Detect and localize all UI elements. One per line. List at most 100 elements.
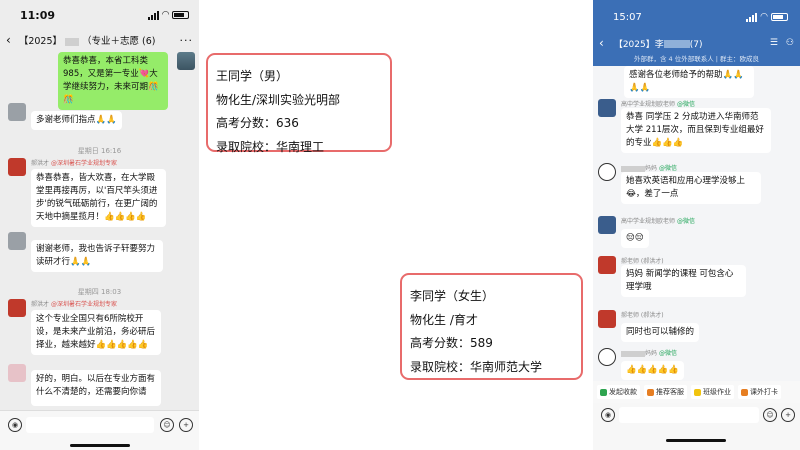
timestamp: 星期四 18:03: [77, 288, 122, 296]
message-row: 郝老师 (郝洪才) 同时也可以辅修的: [598, 310, 700, 342]
quick-action-homework[interactable]: 班级作业: [691, 385, 734, 399]
home-indicator: [70, 444, 130, 447]
sender-name: 郝老师 (郝洪才): [621, 312, 664, 319]
avatar: [8, 103, 26, 121]
battery-icon: [172, 11, 189, 19]
message-bubble: 恭喜恭喜，本省工科类985，又是第一专业💘大学继续努力，未来可期🎊🎊: [58, 52, 168, 110]
input-bar: ◉ ☺ +: [593, 403, 800, 450]
sender-name: 高中学业规划欧老师 @微信: [621, 218, 695, 225]
message-row: 妈妈 @微信 👍👍👍👍👍: [598, 348, 684, 380]
add-icon[interactable]: +: [781, 408, 795, 422]
student-info-card-1: 王同学（男） 物化生/深圳实验光明部 高考分数：636 录取院校：华南理工: [206, 53, 392, 154]
wifi-icon: ◠: [162, 10, 169, 20]
status-bar: 15:07 ◠: [593, 0, 800, 34]
recommend-icon: [647, 388, 654, 396]
message-bubble: 她喜欢英语和应用心理学没够上😂，差了一点: [621, 172, 761, 204]
input-bar: ◉ ☺ +: [0, 410, 199, 450]
message-input[interactable]: [619, 407, 759, 423]
avatar: [8, 158, 26, 176]
page: 11:09 ◠ ‹ 【2025】 （专业＋志愿 (6) ··· 恭喜恭喜，本省工科…: [0, 0, 800, 450]
quick-action-bar: 发起收款 推荐客服 班级作业 课外打卡: [593, 381, 800, 403]
emoji-icon[interactable]: ☺: [160, 418, 174, 432]
student-admission: 录取院校：华南理工: [216, 139, 325, 154]
message-bubble: 恭喜恭喜，皆大欢喜，在大学殿堂里再接再厉，以'百尺竿头须进步'的锐气砥砺前行，在…: [31, 169, 166, 227]
signal-icon: [746, 12, 758, 22]
chat-title-bar: ‹ 【2025】李 (7) ☰ ⚇: [593, 34, 800, 52]
avatar: [598, 348, 616, 366]
message-input[interactable]: [26, 417, 154, 433]
more-icon[interactable]: ···: [180, 34, 194, 47]
chat-title-bar: ‹ 【2025】 （专业＋志愿 (6) ···: [0, 30, 199, 50]
avatar: [177, 52, 195, 70]
signal-icon: [148, 10, 160, 20]
voice-icon[interactable]: ◉: [601, 408, 615, 422]
avatar: [598, 163, 616, 181]
members-icon[interactable]: ⚇: [786, 38, 794, 48]
status-bar: 11:09 ◠: [0, 0, 199, 30]
emoji-icon[interactable]: ☺: [763, 408, 777, 422]
checkin-icon: [741, 388, 748, 396]
collect-icon: [600, 388, 607, 396]
student-info-card-2: 李同学（女生） 物化生 /育才 高考分数：589 录取院校：华南师范大学: [400, 273, 583, 380]
wifi-icon: ◠: [760, 12, 768, 22]
message-row: 感谢各位老师给予的帮助🙏🙏🙏🙏: [601, 66, 754, 98]
quick-action-collect[interactable]: 发起收款: [597, 385, 640, 399]
timestamp: 星期日 16:16: [77, 147, 122, 155]
avatar: [598, 256, 616, 274]
add-icon[interactable]: +: [179, 418, 193, 432]
message-bubble: 同时也可以辅修的: [621, 323, 700, 342]
status-time: 15:07: [613, 11, 642, 23]
student-school: 物化生 /育才: [410, 312, 478, 327]
message-bubble: 好的，明白。以后在专业方面有什么不清楚的，还需要向你请: [31, 370, 161, 406]
sender-name: 妈妈 @微信: [621, 163, 761, 172]
avatar: [598, 216, 616, 234]
message-row: 郝老师 (郝洪才) 妈妈 新闻学的课程 可包含心理学哦: [598, 256, 746, 297]
quick-action-checkin[interactable]: 课外打卡: [738, 385, 781, 399]
home-indicator: [666, 439, 726, 442]
message-row: 高中学业规划欧老师 @微信 恭喜 同学压 2 分成功进入华南师范大学 211层次…: [598, 99, 771, 153]
status-icons: ◠: [148, 10, 189, 20]
chat-title: 【2025】李 (7): [613, 39, 703, 50]
sender-name: 高中学业规划欧老师 @微信: [621, 101, 695, 108]
message-row: 谢谢老师，我也告诉子轩要努力读研才行🙏🙏: [8, 232, 163, 272]
sender-name: 郝洪才 @深圳暑石学业规划专家: [31, 301, 117, 308]
message-row: 多谢老师们指点🙏🙏: [8, 103, 122, 130]
homework-icon: [694, 388, 701, 396]
student-score: 高考分数：589: [410, 336, 493, 350]
message-bubble: 😔😔: [621, 229, 649, 248]
message-bubble: 感谢各位老师给予的帮助🙏🙏🙏🙏: [624, 66, 754, 98]
avatar: [598, 310, 616, 328]
sender-name: 妈妈 @微信: [621, 348, 684, 357]
voice-icon[interactable]: ◉: [8, 418, 22, 432]
student-school: 物化生/深圳实验光明部: [216, 92, 341, 107]
avatar: [8, 299, 26, 317]
group-subtitle: 外部群，含 4 位外部联系人 | 群主：欧成良: [633, 55, 760, 63]
message-row: 妈妈 @微信 她喜欢英语和应用心理学没够上😂，差了一点: [598, 163, 761, 204]
status-time: 11:09: [20, 8, 56, 22]
student-admission: 录取院校：华南师范大学: [410, 359, 543, 374]
message-row: 恭喜恭喜，本省工科类985，又是第一专业💘大学继续努力，未来可期🎊🎊: [58, 52, 195, 110]
status-icons: ◠: [746, 12, 788, 22]
message-row: 郝洪才 @深圳暑石学业规划专家 这个专业全国只有6所院校开设，是未来产业前沿，务…: [8, 299, 161, 355]
student-name: 王同学（男）: [216, 69, 289, 83]
message-bubble: 👍👍👍👍👍: [621, 361, 684, 380]
student-score: 高考分数：636: [216, 116, 299, 130]
sender-name: 郝老师 (郝洪才): [621, 258, 664, 265]
sender-name: 郝洪才 @深圳暑石学业规划专家: [31, 160, 117, 167]
message-row: 郝洪才 @深圳暑石学业规划专家 恭喜恭喜，皆大欢喜，在大学殿堂里再接再厉，以'百…: [8, 158, 166, 227]
menu-icon[interactable]: ☰: [770, 38, 778, 48]
back-icon[interactable]: ‹: [6, 33, 11, 47]
message-bubble: 这个专业全国只有6所院校开设，是未来产业前沿，务必研后择业，越来越好👍👍👍👍👍: [31, 310, 161, 355]
right-chat-screenshot: 15:07 ◠ ‹ 【2025】李 (7) ☰ ⚇ 外部群，含 4 位外部联系人 …: [593, 0, 800, 450]
message-bubble: 谢谢老师，我也告诉子轩要努力读研才行🙏🙏: [31, 240, 163, 272]
chat-title: 【2025】 （专业＋志愿 (6): [18, 36, 156, 47]
battery-icon: [771, 13, 788, 21]
message-bubble: 妈妈 新闻学的课程 可包含心理学哦: [621, 265, 746, 297]
back-icon[interactable]: ‹: [599, 36, 604, 50]
avatar: [8, 364, 26, 382]
chat-header: 15:07 ◠ ‹ 【2025】李 (7) ☰ ⚇ 外部群，含 4 位外部联系人 …: [593, 0, 800, 66]
message-row: 高中学业规划欧老师 @微信 😔😔: [598, 216, 695, 248]
quick-action-recommend[interactable]: 推荐客服: [644, 385, 687, 399]
left-chat-screenshot: 11:09 ◠ ‹ 【2025】 （专业＋志愿 (6) ··· 恭喜恭喜，本省工科…: [0, 0, 199, 450]
student-name: 李同学（女生）: [410, 289, 495, 303]
